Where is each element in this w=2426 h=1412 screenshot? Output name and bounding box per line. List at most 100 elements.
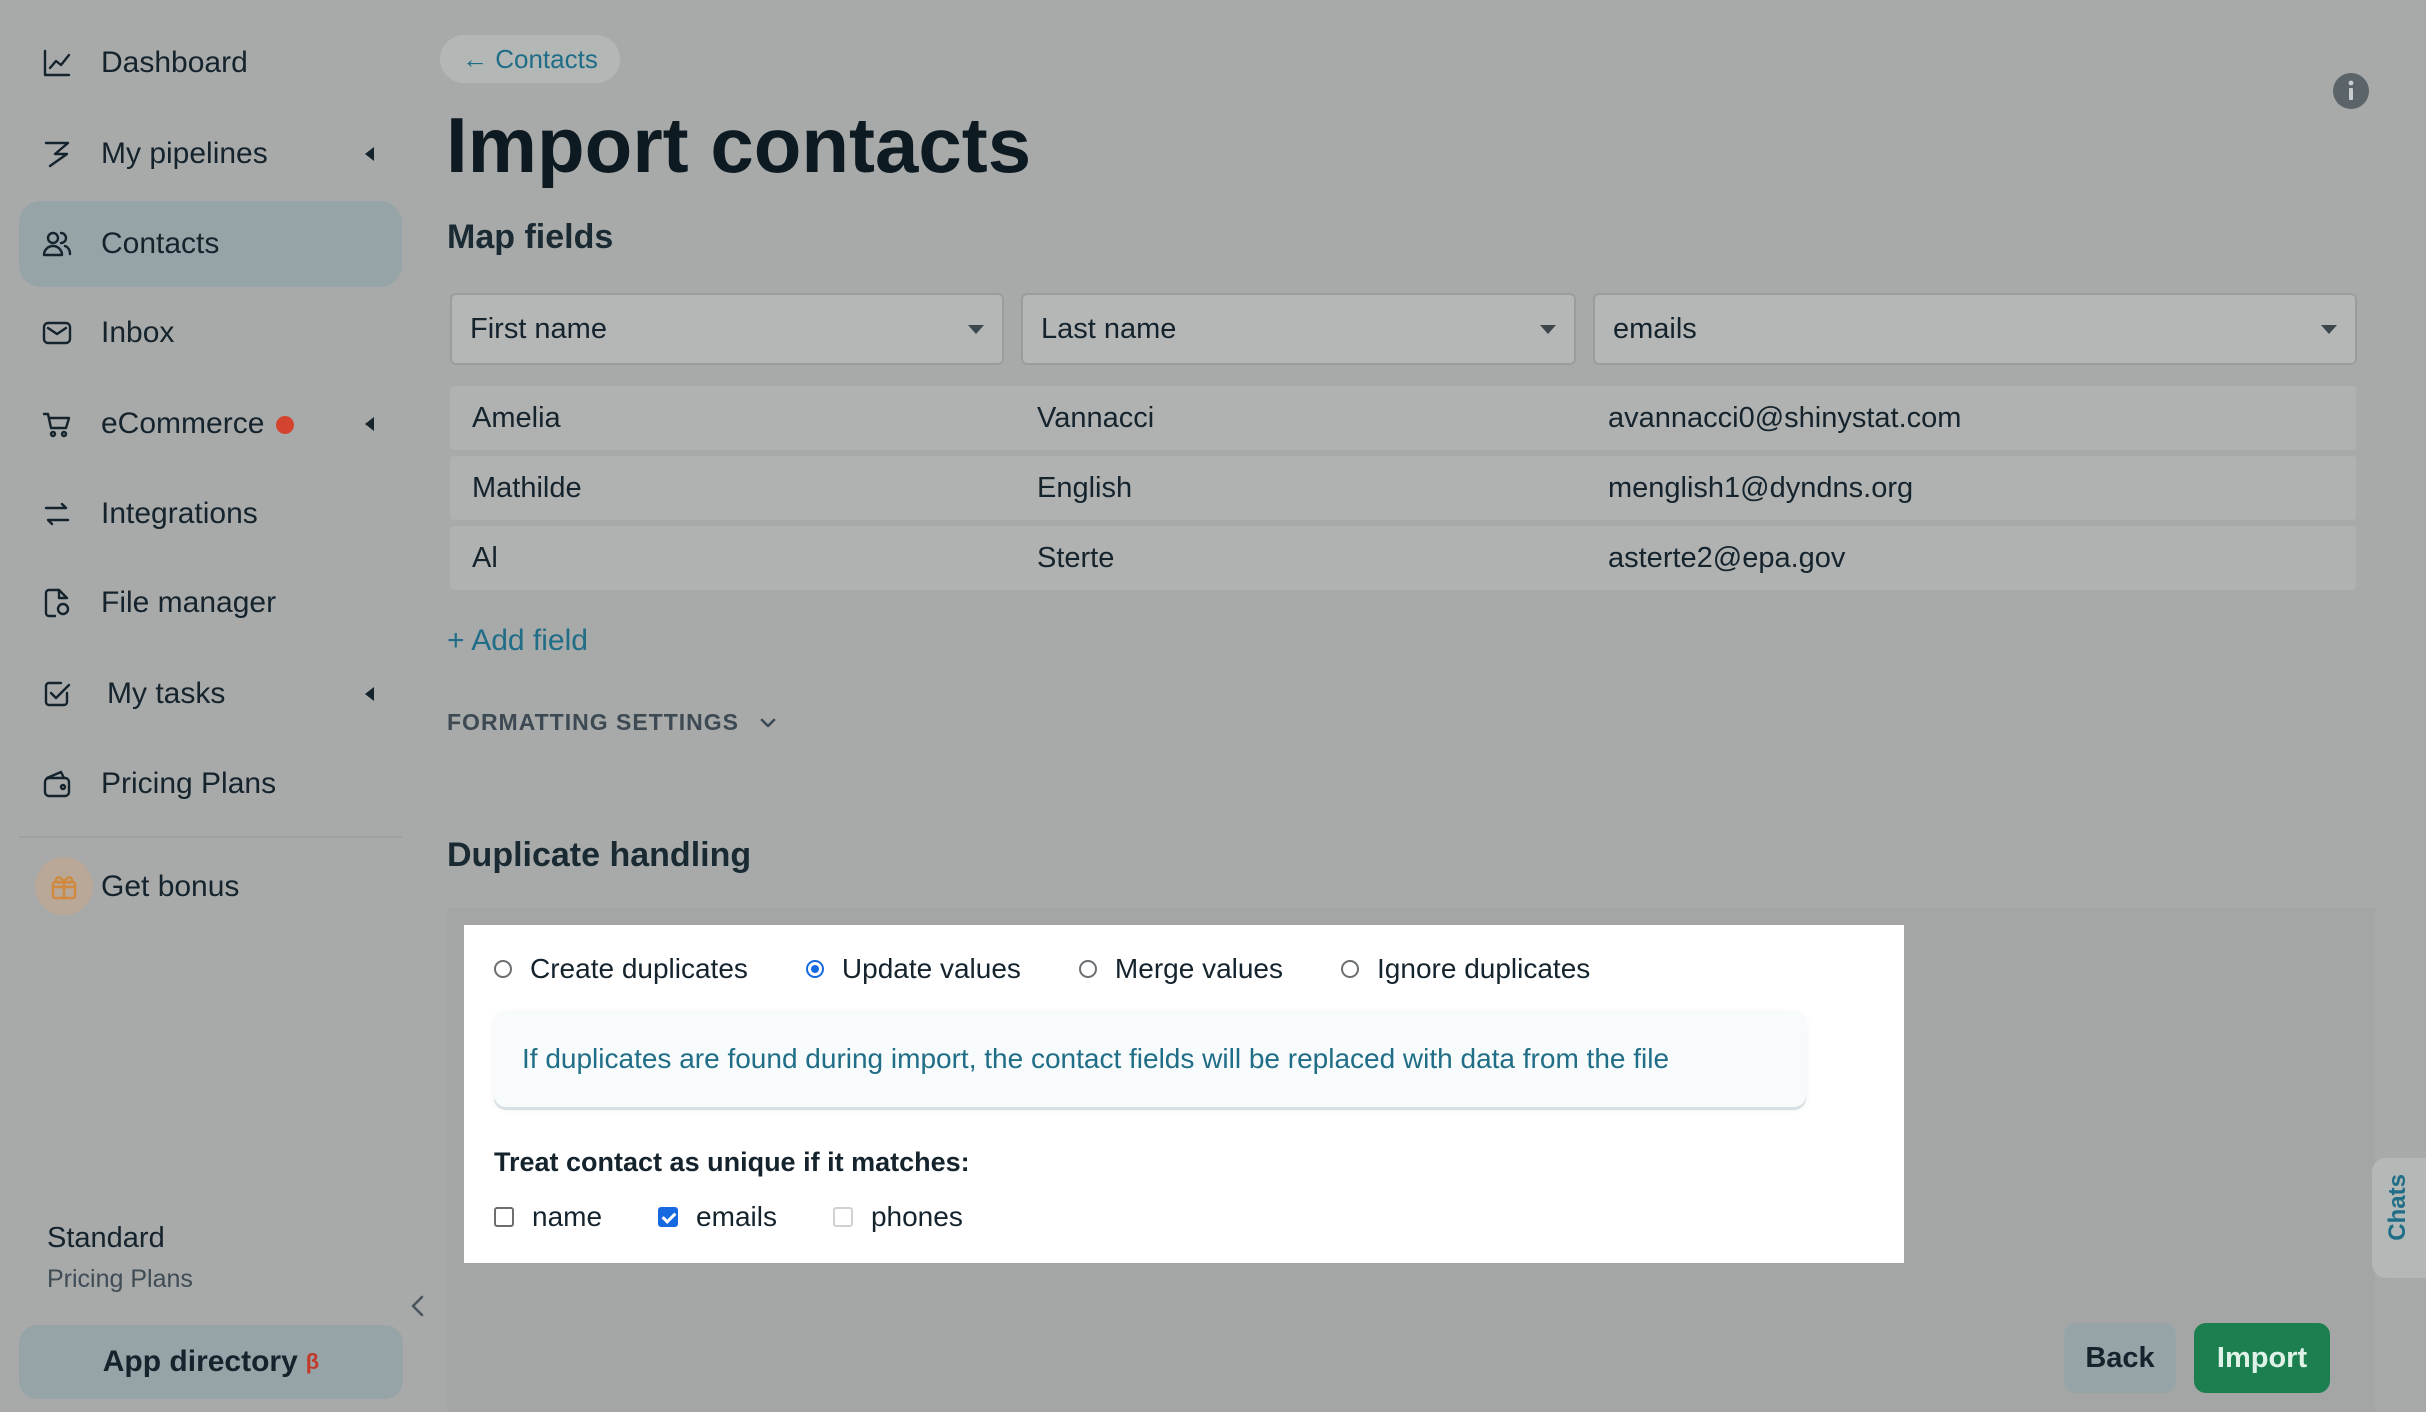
collapse-sidebar-icon[interactable] xyxy=(404,1290,432,1322)
breadcrumb-back-contacts[interactable]: ← Contacts xyxy=(440,35,620,83)
sidebar-divider xyxy=(19,836,402,838)
sidebar-item-contacts[interactable]: Contacts xyxy=(19,201,402,287)
unique-match-label: Treat contact as unique if it matches: xyxy=(494,1147,970,1177)
sidebar-item-inbox[interactable]: Inbox xyxy=(19,290,402,376)
dropdown-caret-icon xyxy=(968,325,984,334)
sidebar-item-label: My tasks xyxy=(107,677,226,710)
file-icon xyxy=(41,587,73,619)
checkbox-phones[interactable]: phones xyxy=(832,1201,963,1233)
duplicate-notice: If duplicates are found during import, t… xyxy=(494,1011,1806,1107)
radio-merge-values[interactable]: Merge values xyxy=(1078,953,1284,985)
sidebar-item-label-text: eCommerce xyxy=(101,407,265,440)
add-field-link[interactable]: + Add field xyxy=(447,624,588,658)
sidebar-item-my-pipelines[interactable]: My pipelines xyxy=(19,111,402,197)
sidebar-item-label: eCommerce xyxy=(101,407,295,441)
duplicate-options: Create duplicates Update values Merge va… xyxy=(494,953,1648,985)
caret-left-icon xyxy=(365,147,374,161)
field-select-1[interactable]: First name xyxy=(450,293,1004,365)
checkbox-indicator xyxy=(494,1207,514,1227)
sidebar-item-label: File manager xyxy=(101,586,277,619)
notification-dot xyxy=(276,416,295,435)
radio-create-duplicates[interactable]: Create duplicates xyxy=(494,953,748,985)
radio-indicator-selected xyxy=(805,960,824,978)
table-cell: Vannacci xyxy=(1037,402,1155,434)
app-directory-label: App directory xyxy=(102,1345,298,1378)
dropdown-caret-icon xyxy=(1540,325,1556,334)
radio-label: Ignore duplicates xyxy=(1377,953,1591,984)
sidebar-item-label: Integrations xyxy=(101,497,258,530)
duplicate-handling-panel: Create duplicates Update values Merge va… xyxy=(464,925,1904,1263)
sidebar-item-get-bonus[interactable]: Get bonus xyxy=(19,844,402,930)
formatting-settings-label: FORMATTING SETTINGS xyxy=(447,709,740,735)
radio-label: Update values xyxy=(841,953,1021,984)
beta-badge: β xyxy=(305,1349,320,1374)
plan-name: Standard xyxy=(47,1222,165,1254)
app-directory-button[interactable]: App directory β xyxy=(19,1325,403,1399)
field-select-value: Last name xyxy=(1041,312,1177,345)
chats-tab-label: Chats xyxy=(2384,1174,2411,1241)
wallet-icon xyxy=(41,768,73,800)
formatting-settings-toggle[interactable]: FORMATTING SETTINGS xyxy=(447,709,779,736)
chats-tab[interactable]: Chats xyxy=(2372,1158,2426,1278)
table-cell: English xyxy=(1037,472,1133,504)
caret-left-icon xyxy=(365,417,374,431)
checkbox-emails[interactable]: emails xyxy=(658,1201,777,1233)
sidebar-item-pricing-plans[interactable]: Pricing Plans xyxy=(19,741,402,827)
checkbox-label: name xyxy=(532,1201,603,1232)
page-title: Import contacts xyxy=(446,101,1032,189)
map-fields-title: Map fields xyxy=(447,218,614,256)
unique-match-options: name emails phones xyxy=(494,1201,1019,1233)
sidebar-item-label: Pricing Plans xyxy=(101,767,277,800)
arrows-exchange-icon xyxy=(41,498,73,530)
checkbox-label: phones xyxy=(870,1201,963,1232)
contacts-icon xyxy=(41,228,73,260)
radio-indicator xyxy=(1078,960,1097,978)
dropdown-caret-icon xyxy=(2321,325,2337,334)
sidebar-item-ecommerce[interactable]: eCommerce xyxy=(19,381,402,467)
back-button[interactable]: Back xyxy=(2064,1323,2176,1393)
table-row: Amelia Vannacci avannacci0@shinystat.com xyxy=(450,386,2356,450)
field-select-2[interactable]: Last name xyxy=(1021,293,1576,365)
gift-icon xyxy=(35,857,93,915)
sidebar-item-dashboard[interactable]: Dashboard xyxy=(19,20,402,106)
task-check-icon xyxy=(41,678,73,710)
radio-indicator xyxy=(494,960,512,978)
table-cell: avannacci0@shinystat.com xyxy=(1608,402,1962,434)
checkbox-label: emails xyxy=(696,1201,777,1232)
radio-update-values[interactable]: Update values xyxy=(805,953,1021,985)
table-cell: Mathilde xyxy=(472,472,582,504)
cart-icon xyxy=(41,408,73,440)
radio-ignore-duplicates[interactable]: Ignore duplicates xyxy=(1341,953,1590,985)
sidebar-item-my-tasks[interactable]: My tasks xyxy=(19,651,402,737)
sidebar-item-label: Inbox xyxy=(101,316,175,349)
sidebar-item-file-manager[interactable]: File manager xyxy=(19,560,402,646)
radio-indicator xyxy=(1341,960,1360,978)
table-cell: asterte2@epa.gov xyxy=(1608,542,1846,574)
sidebar-item-label: My pipelines xyxy=(101,137,268,170)
checkbox-indicator-checked xyxy=(658,1207,679,1227)
table-row: Mathilde English menglish1@dyndns.org xyxy=(450,456,2356,520)
checkbox-name[interactable]: name xyxy=(494,1201,602,1233)
field-select-value: emails xyxy=(1613,312,1697,345)
sidebar-item-integrations[interactable]: Integrations xyxy=(19,471,402,557)
import-button[interactable]: Import xyxy=(2194,1323,2330,1393)
mail-icon xyxy=(41,317,73,349)
caret-left-icon xyxy=(365,687,374,701)
table-cell: Amelia xyxy=(472,402,561,434)
table-row: Al Sterte asterte2@epa.gov xyxy=(450,526,2356,590)
checkbox-indicator xyxy=(832,1207,853,1227)
duplicate-handling-title: Duplicate handling xyxy=(447,836,752,874)
radio-label: Create duplicates xyxy=(530,953,748,984)
sidebar-item-label: Contacts xyxy=(101,227,220,260)
radio-label: Merge values xyxy=(1114,953,1284,984)
chart-line-icon xyxy=(41,47,73,79)
chevron-down-icon xyxy=(760,718,776,727)
sidebar: Dashboard My pipelines Contacts Inbox eC… xyxy=(0,0,424,1412)
pipeline-icon xyxy=(41,138,73,170)
field-select-3[interactable]: emails xyxy=(1593,293,2357,365)
field-select-value: First name xyxy=(470,312,607,345)
info-icon[interactable] xyxy=(2332,72,2370,110)
plan-link[interactable]: Pricing Plans xyxy=(47,1265,193,1294)
table-cell: Sterte xyxy=(1037,542,1115,574)
sidebar-item-label: Dashboard xyxy=(101,46,248,79)
